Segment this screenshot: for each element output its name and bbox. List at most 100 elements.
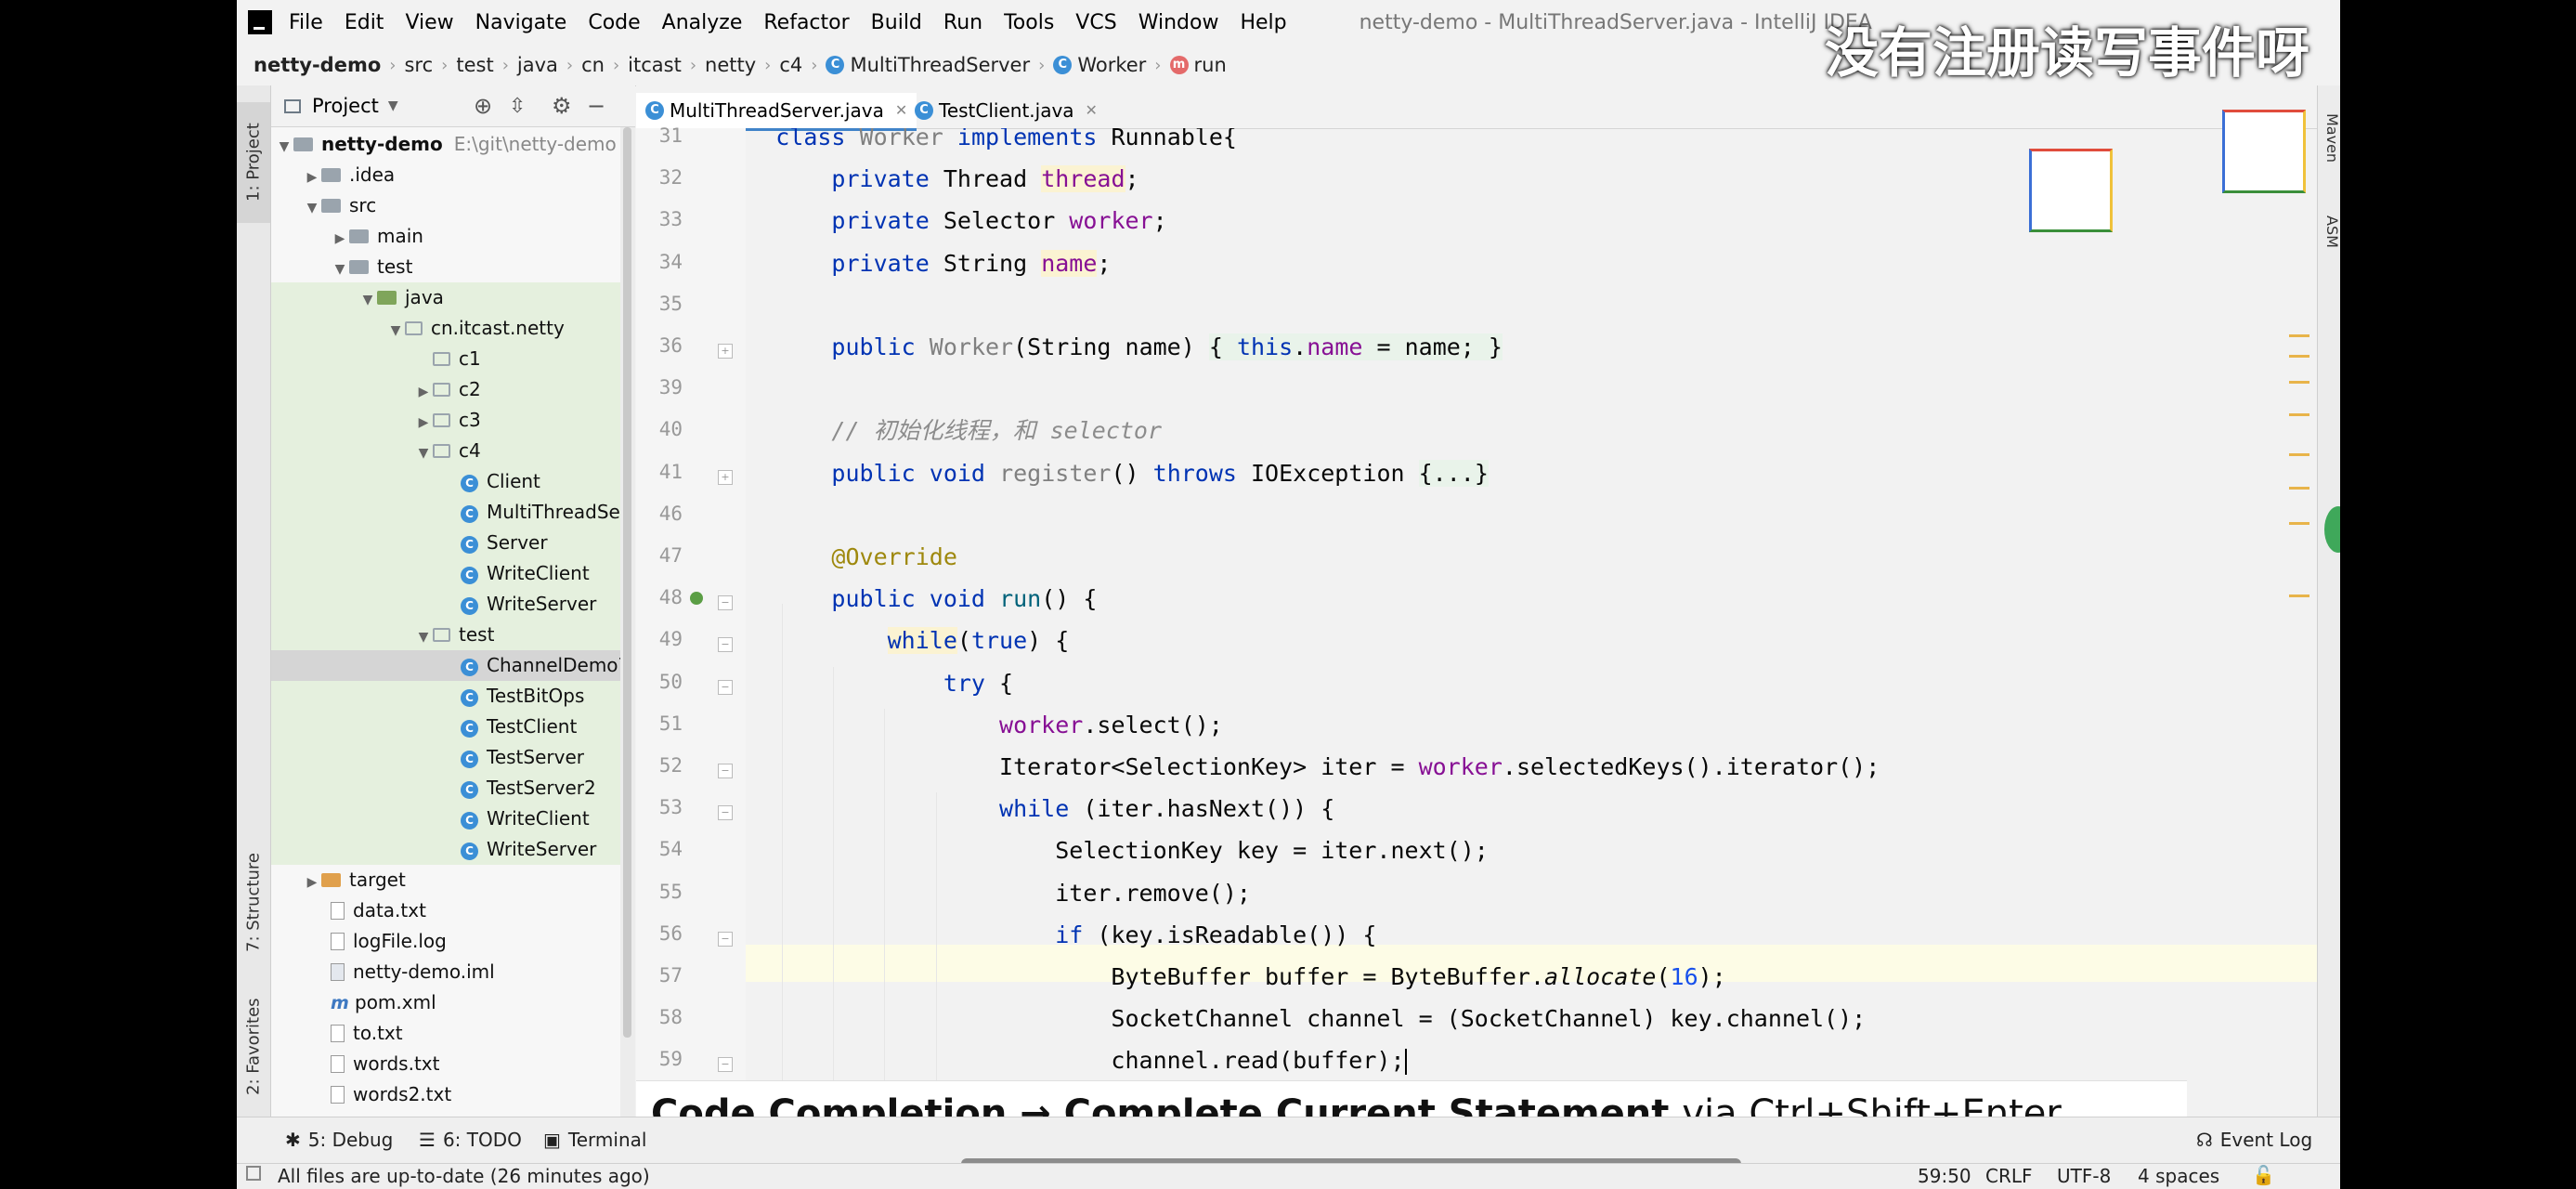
code-line[interactable]: ByteBuffer buffer = ByteBuffer.allocate(… <box>746 960 1725 994</box>
menu-window[interactable]: Window <box>1138 11 1219 34</box>
code-line[interactable]: iter.remove(); <box>746 877 1251 910</box>
breadcrumb-src[interactable]: src <box>404 54 433 76</box>
tool-tab-maven[interactable]: Maven <box>2318 113 2340 188</box>
code-line[interactable]: try { <box>746 667 1013 700</box>
code-line[interactable]: while(true) { <box>746 624 1069 658</box>
menu-refactor[interactable]: Refactor <box>763 11 849 34</box>
tree-scrollbar[interactable] <box>620 127 635 1117</box>
fold-marker-icon[interactable]: − <box>718 1057 733 1073</box>
code-line[interactable]: SocketChannel channel = (SocketChannel) … <box>746 1002 1866 1036</box>
tree-row[interactable]: m pom.xml <box>271 987 620 1018</box>
editor-gutter[interactable]: 31 32 33 34 35 36 39 40 41 46 47 48 49 50 51 52 53 54 55 56… <box>636 124 746 1189</box>
breadcrumb-java[interactable]: java <box>517 54 558 76</box>
error-stripe-marker[interactable] <box>2289 334 2309 337</box>
caret-position[interactable]: 59:50 <box>1918 1165 1971 1187</box>
tree-row[interactable]: words.txt <box>271 1049 620 1079</box>
breadcrumb-inner-class[interactable]: C Worker <box>1053 54 1146 76</box>
fold-marker-icon[interactable]: − <box>718 679 733 695</box>
error-stripe-marker[interactable] <box>2289 453 2309 456</box>
tree-row[interactable]: C WriteClient <box>271 804 620 834</box>
tree-row[interactable]: C WriteServer <box>271 589 620 620</box>
tree-row[interactable]: C WriteClient <box>271 558 620 589</box>
indent-setting[interactable]: 4 spaces <box>2138 1165 2219 1187</box>
tree-row[interactable]: netty-demo.iml <box>271 957 620 987</box>
tree-row[interactable]: ▼ netty-demo E:\git\netty-demo <box>271 129 620 160</box>
tree-row[interactable]: C MultiThreadSer <box>271 497 620 528</box>
chevron-right-icon[interactable]: ▶ <box>331 224 349 255</box>
code-line[interactable]: if (key.isReadable()) { <box>746 919 1376 952</box>
tree-row[interactable]: C TestServer2 <box>271 773 620 804</box>
fold-marker-icon[interactable]: + <box>718 469 733 485</box>
tool-button-debug[interactable]: ✱ 5: Debug <box>285 1129 393 1151</box>
chevron-right-icon[interactable]: ▶ <box>303 163 321 193</box>
menu-build[interactable]: Build <box>871 11 922 34</box>
implements-marker-icon[interactable] <box>690 592 703 606</box>
tool-tab-project[interactable]: 1: Project <box>237 102 270 223</box>
code-line[interactable]: @Override <box>746 541 956 574</box>
error-stripe-marker[interactable] <box>2289 594 2309 597</box>
menu-run[interactable]: Run <box>943 11 982 34</box>
error-stripe-marker[interactable] <box>2289 487 2309 490</box>
tree-row[interactable]: ▶ .idea <box>271 160 620 190</box>
breadcrumb-method[interactable]: m run <box>1169 54 1227 76</box>
tree-row[interactable]: C TestClient <box>271 712 620 742</box>
menu-vcs[interactable]: VCS <box>1075 11 1116 34</box>
tree-row[interactable]: c1 <box>271 344 620 374</box>
code-line[interactable]: public void register() throws IOExceptio… <box>746 457 1489 490</box>
tree-row[interactable]: ▶ target <box>271 865 620 895</box>
chevron-down-icon[interactable]: ▼ <box>386 316 405 346</box>
breadcrumb-itcast[interactable]: itcast <box>628 54 682 76</box>
tool-tab-asm[interactable]: ASM <box>2318 216 2340 271</box>
tree-row[interactable]: ▼ c4 <box>271 436 620 466</box>
close-icon[interactable]: ✕ <box>1086 94 1098 127</box>
menu-navigate[interactable]: Navigate <box>475 11 567 34</box>
code-line[interactable]: // 初始化线程，和 selector <box>746 414 1162 448</box>
fold-marker-icon[interactable]: − <box>718 637 733 653</box>
menu-analyze[interactable]: Analyze <box>662 11 743 34</box>
fold-marker-icon[interactable]: + <box>718 344 733 359</box>
menu-edit[interactable]: Edit <box>345 11 384 34</box>
tree-row[interactable]: logFile.log <box>271 926 620 957</box>
code-editor[interactable]: class Worker implements Runnable{ privat… <box>746 128 2340 1117</box>
menu-help[interactable]: Help <box>1240 11 1286 34</box>
tool-tab-favorites[interactable]: 2: Favorites <box>237 977 270 1117</box>
chevron-right-icon[interactable]: ▶ <box>414 377 433 408</box>
breadcrumb-netty[interactable]: netty <box>705 54 756 76</box>
menu-code[interactable]: Code <box>588 11 640 34</box>
code-line[interactable]: private Selector worker; <box>746 204 1166 238</box>
chevron-down-icon[interactable]: ▼ <box>358 285 377 316</box>
chevron-down-icon[interactable]: ▼ <box>414 438 433 469</box>
minimize-icon[interactable]: − <box>587 93 605 119</box>
tree-row[interactable]: C Server <box>271 528 620 558</box>
menu-tools[interactable]: Tools <box>1004 11 1054 34</box>
error-stripe-marker[interactable] <box>2289 413 2309 416</box>
code-line[interactable]: public Worker(String name) { this.name =… <box>746 331 1503 364</box>
tree-row[interactable]: C TestBitOps <box>271 681 620 712</box>
tool-button-todo[interactable]: ☰ 6: TODO <box>419 1129 522 1151</box>
tree-row[interactable]: to.txt <box>271 1018 620 1049</box>
code-line[interactable]: Iterator<SelectionKey> iter = worker.sel… <box>746 751 1880 784</box>
file-encoding[interactable]: UTF-8 <box>2057 1165 2111 1187</box>
gear-icon[interactable]: ⚙ <box>552 93 572 119</box>
code-line[interactable]: while (iter.hasNext()) { <box>746 792 1334 826</box>
code-line[interactable]: class Worker implements Runnable{ <box>746 128 1237 154</box>
chevron-down-icon[interactable]: ▼ <box>388 98 398 113</box>
tree-row[interactable]: C TestServer <box>271 742 620 773</box>
fold-marker-icon[interactable]: − <box>718 595 733 611</box>
line-separator[interactable]: CRLF <box>1985 1165 2033 1187</box>
error-stripe-marker[interactable] <box>2289 355 2309 358</box>
tree-row[interactable]: ▼ test <box>271 252 620 282</box>
tree-row[interactable]: words2.txt <box>271 1079 620 1110</box>
tool-tab-structure[interactable]: 7: Structure <box>237 829 270 977</box>
chevron-down-icon[interactable]: ▼ <box>414 622 433 653</box>
fold-marker-icon[interactable]: − <box>718 764 733 778</box>
tree-row[interactable]: C WriteServer <box>271 834 620 865</box>
code-line[interactable]: channel.read(buffer); <box>746 1044 1407 1078</box>
tool-button-terminal[interactable]: ▣ Terminal <box>543 1129 646 1151</box>
error-stripe-marker[interactable] <box>2289 522 2309 525</box>
fold-marker-icon[interactable]: − <box>718 931 733 947</box>
chevron-down-icon[interactable]: ▼ <box>275 132 293 163</box>
project-view-selector[interactable]: Project <box>312 95 379 117</box>
tree-row[interactable]: ▶ c2 <box>271 374 620 405</box>
locate-icon[interactable]: ⊕ <box>474 93 492 119</box>
